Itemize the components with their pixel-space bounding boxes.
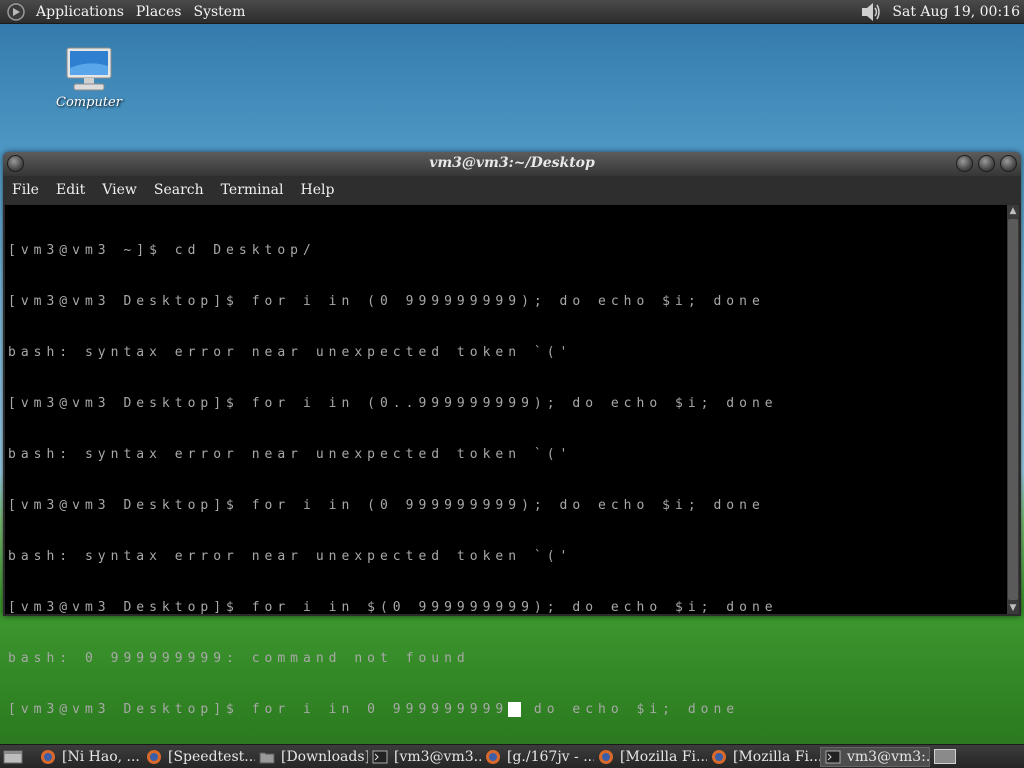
- terminal-icon: [372, 750, 388, 763]
- taskbar-item[interactable]: [vm3@vm3...: [368, 747, 481, 767]
- taskbar-item-label: [Mozilla Fi...: [620, 748, 707, 765]
- terminal-line: bash: syntax error near unexpected token…: [8, 447, 573, 462]
- taskbar-item[interactable]: [g./167jv - ...: [481, 747, 594, 767]
- terminal-line: [vm3@vm3 Desktop]$ for i in (0 999999999…: [8, 498, 765, 513]
- terminal-line: [vm3@vm3 Desktop]$ for i in (0..99999999…: [8, 396, 778, 411]
- taskbar-item[interactable]: [Mozilla Fi...: [594, 747, 707, 767]
- taskbar-item-label: [Downloads]: [281, 748, 368, 765]
- terminal-line: [vm3@vm3 Desktop]$ for i in (0 999999999…: [8, 294, 765, 309]
- window-titlebar[interactable]: vm3@vm3:~/Desktop: [3, 152, 1021, 176]
- terminal-line: [vm3@vm3 ~]$ cd Desktop/: [8, 243, 316, 258]
- taskbar-item-label: [vm3@vm3...: [394, 748, 481, 765]
- computer-icon: [66, 47, 112, 91]
- taskbar-item-active[interactable]: vm3@vm3:...: [820, 746, 930, 767]
- taskbar-item-label: vm3@vm3:...: [847, 748, 930, 765]
- text-cursor: [508, 702, 522, 717]
- taskbar-item[interactable]: [Speedtest...: [142, 747, 255, 767]
- minimize-button[interactable]: [956, 155, 973, 172]
- terminal-scrollbar[interactable]: ▲ ▼: [1007, 205, 1019, 614]
- gnome-foot-icon[interactable]: [6, 2, 26, 22]
- menu-help[interactable]: Help: [292, 182, 343, 198]
- taskbar-item-label: [g./167jv - ...: [507, 748, 594, 765]
- terminal-output[interactable]: [vm3@vm3 ~]$ cd Desktop/ [vm3@vm3 Deskto…: [5, 205, 1007, 717]
- firefox-icon: [147, 749, 161, 764]
- desktop-icon-label: Computer: [56, 95, 122, 110]
- menu-terminal[interactable]: Terminal: [212, 182, 292, 198]
- taskbar-item[interactable]: [Downloads]: [255, 747, 368, 767]
- menu-view[interactable]: View: [93, 182, 145, 198]
- taskbar-item[interactable]: [Ni Hao, ...: [36, 747, 142, 767]
- show-desktop-icon[interactable]: [3, 749, 23, 765]
- terminal-line: bash: syntax error near unexpected token…: [8, 549, 573, 564]
- terminal-line: [vm3@vm3 Desktop]$ for i in $(0 99999999…: [8, 600, 778, 615]
- firefox-icon: [599, 749, 613, 764]
- terminal-prompt-line[interactable]: [vm3@vm3 Desktop]$ for i in 0 999999999 …: [8, 701, 778, 718]
- terminal-text: [vm3@vm3 ~]$ cd Desktop/ [vm3@vm3 Deskto…: [8, 208, 778, 752]
- clock[interactable]: Sat Aug 19, 00:16: [892, 4, 1020, 20]
- window-title: vm3@vm3:~/Desktop: [429, 155, 595, 171]
- scroll-up-arrow-icon[interactable]: ▲: [1007, 205, 1019, 217]
- bottom-panel: [Ni Hao, ... [Speedtest... [Downloads] […: [0, 744, 1024, 768]
- scrollbar-thumb[interactable]: [1008, 219, 1018, 600]
- firefox-icon: [41, 749, 55, 764]
- maximize-button[interactable]: [978, 155, 995, 172]
- applications-menu[interactable]: Applications: [30, 4, 130, 20]
- taskbar-item-label: [Mozilla Fi...: [733, 748, 820, 765]
- taskbar-item[interactable]: [Mozilla Fi...: [707, 747, 820, 767]
- taskbar-item-label: [Speedtest...: [168, 748, 255, 765]
- top-panel-tray: Sat Aug 19, 00:16: [860, 2, 1024, 22]
- taskbar-item-label: [Ni Hao, ...: [62, 748, 140, 765]
- menu-search[interactable]: Search: [145, 182, 212, 198]
- system-menu[interactable]: System: [187, 4, 251, 20]
- terminal-menubar: File Edit View Search Terminal Help: [3, 176, 1021, 204]
- volume-icon[interactable]: [860, 2, 882, 22]
- folder-icon: [259, 752, 275, 763]
- close-button[interactable]: [1000, 155, 1017, 172]
- terminal-window: vm3@vm3:~/Desktop File Edit View Search …: [3, 152, 1021, 717]
- scroll-down-arrow-icon[interactable]: ▼: [1007, 602, 1019, 614]
- terminal-icon: [825, 750, 841, 763]
- prompt-input-before-cursor: [vm3@vm3 Desktop]$ for i in 0 999999999: [8, 702, 509, 717]
- prompt-input-after-cursor: do echo $i; done: [521, 702, 740, 717]
- firefox-icon: [486, 749, 500, 764]
- menu-edit[interactable]: Edit: [47, 182, 93, 198]
- terminal-line: bash: syntax error near unexpected token…: [8, 345, 573, 360]
- menu-file[interactable]: File: [3, 182, 47, 198]
- workspace-switcher[interactable]: [934, 749, 956, 764]
- top-panel: Applications Places System Sat Aug 19, 0…: [0, 0, 1024, 24]
- terminal-line: bash: 0 999999999: command not found: [8, 651, 470, 666]
- firefox-icon: [712, 749, 726, 764]
- places-menu[interactable]: Places: [130, 4, 188, 20]
- desktop-icon-computer[interactable]: Computer: [50, 46, 128, 110]
